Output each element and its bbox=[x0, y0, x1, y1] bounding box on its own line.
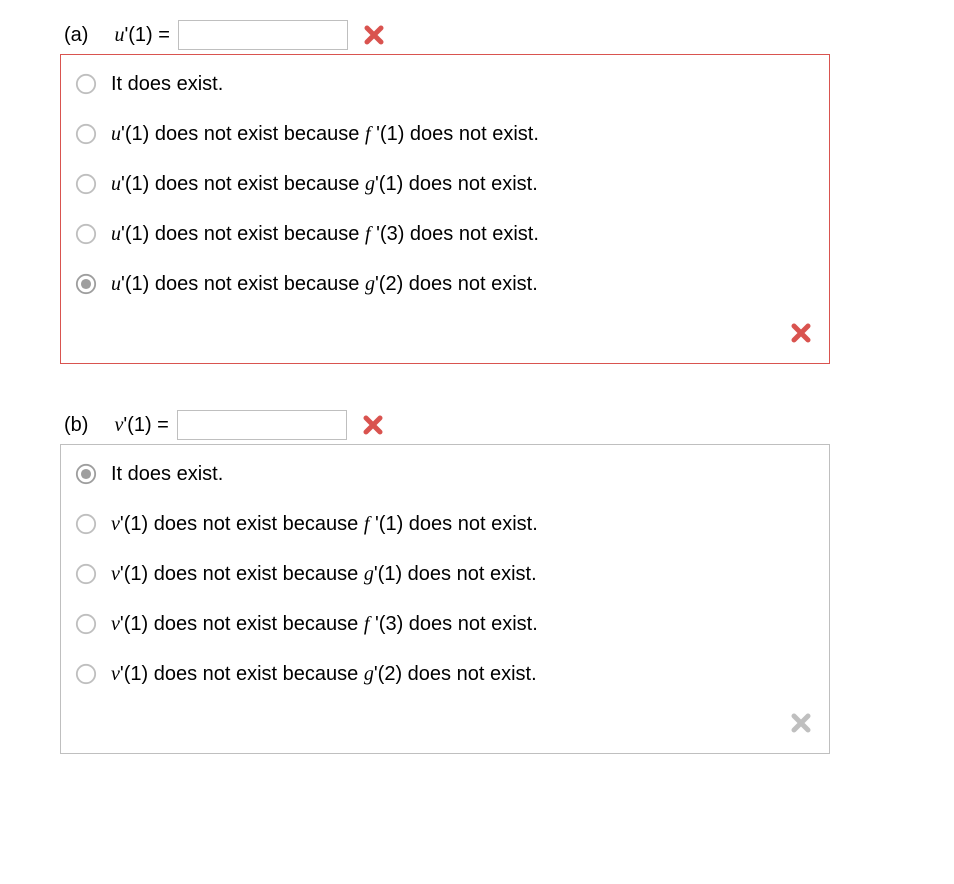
prompt-row: (b) v'(1) = bbox=[60, 410, 894, 440]
option-row[interactable]: It does exist. bbox=[75, 71, 815, 97]
radio-selected-icon[interactable] bbox=[75, 273, 97, 295]
radio-icon[interactable] bbox=[75, 563, 97, 585]
answer-input[interactable] bbox=[177, 410, 347, 440]
radio-icon[interactable] bbox=[75, 613, 97, 635]
option-label: u'(1) does not exist because f '(1) does… bbox=[111, 121, 539, 147]
radio-icon[interactable] bbox=[75, 223, 97, 245]
radio-icon[interactable] bbox=[75, 73, 97, 95]
option-label: v'(1) does not exist because f '(3) does… bbox=[111, 611, 538, 637]
option-row[interactable]: u'(1) does not exist because f '(3) does… bbox=[75, 221, 815, 247]
answer-input[interactable] bbox=[178, 20, 348, 50]
radio-icon[interactable] bbox=[75, 123, 97, 145]
option-label: It does exist. bbox=[111, 71, 223, 97]
radio-icon[interactable] bbox=[75, 173, 97, 195]
radio-icon[interactable] bbox=[75, 663, 97, 685]
prompt-row: (a) u'(1) = bbox=[60, 20, 894, 50]
option-label: v'(1) does not exist because f '(1) does… bbox=[111, 511, 538, 537]
radio-icon[interactable] bbox=[75, 513, 97, 535]
option-row[interactable]: v'(1) does not exist because f '(3) does… bbox=[75, 611, 815, 637]
option-row[interactable]: It does exist. bbox=[75, 461, 815, 487]
wrong-icon bbox=[362, 23, 386, 47]
question-a: (a) u'(1) = It does exist. u'(1) does not… bbox=[60, 20, 894, 364]
option-row[interactable]: u'(1) does not exist because g'(2) does … bbox=[75, 271, 815, 297]
question-b: (b) v'(1) = It does exist. v'(1) does not… bbox=[60, 410, 894, 754]
part-label: (b) bbox=[64, 414, 88, 437]
option-row[interactable]: v'(1) does not exist because f '(1) does… bbox=[75, 511, 815, 537]
option-row[interactable]: u'(1) does not exist because g'(1) does … bbox=[75, 171, 815, 197]
option-label: u'(1) does not exist because g'(2) does … bbox=[111, 271, 538, 297]
quiz-root: (a) u'(1) = It does exist. u'(1) does not… bbox=[60, 20, 894, 754]
expression-label: v'(1) = bbox=[114, 414, 168, 437]
options-box: It does exist. u'(1) does not exist beca… bbox=[60, 54, 830, 364]
option-label: It does exist. bbox=[111, 461, 223, 487]
radio-selected-icon[interactable] bbox=[75, 463, 97, 485]
options-box: It does exist. v'(1) does not exist beca… bbox=[60, 444, 830, 754]
part-label: (a) bbox=[64, 24, 88, 47]
option-row[interactable]: u'(1) does not exist because f '(1) does… bbox=[75, 121, 815, 147]
option-label: u'(1) does not exist because g'(1) does … bbox=[111, 171, 538, 197]
wrong-icon bbox=[361, 413, 385, 437]
option-row[interactable]: v'(1) does not exist because g'(1) does … bbox=[75, 561, 815, 587]
option-label: v'(1) does not exist because g'(1) does … bbox=[111, 561, 537, 587]
box-status bbox=[75, 321, 815, 353]
box-status bbox=[75, 711, 815, 743]
wrong-icon bbox=[789, 321, 813, 345]
option-row[interactable]: v'(1) does not exist because g'(2) does … bbox=[75, 661, 815, 687]
dismiss-icon bbox=[789, 711, 813, 735]
option-label: u'(1) does not exist because f '(3) does… bbox=[111, 221, 539, 247]
expression-label: u'(1) = bbox=[114, 24, 170, 47]
option-label: v'(1) does not exist because g'(2) does … bbox=[111, 661, 537, 687]
